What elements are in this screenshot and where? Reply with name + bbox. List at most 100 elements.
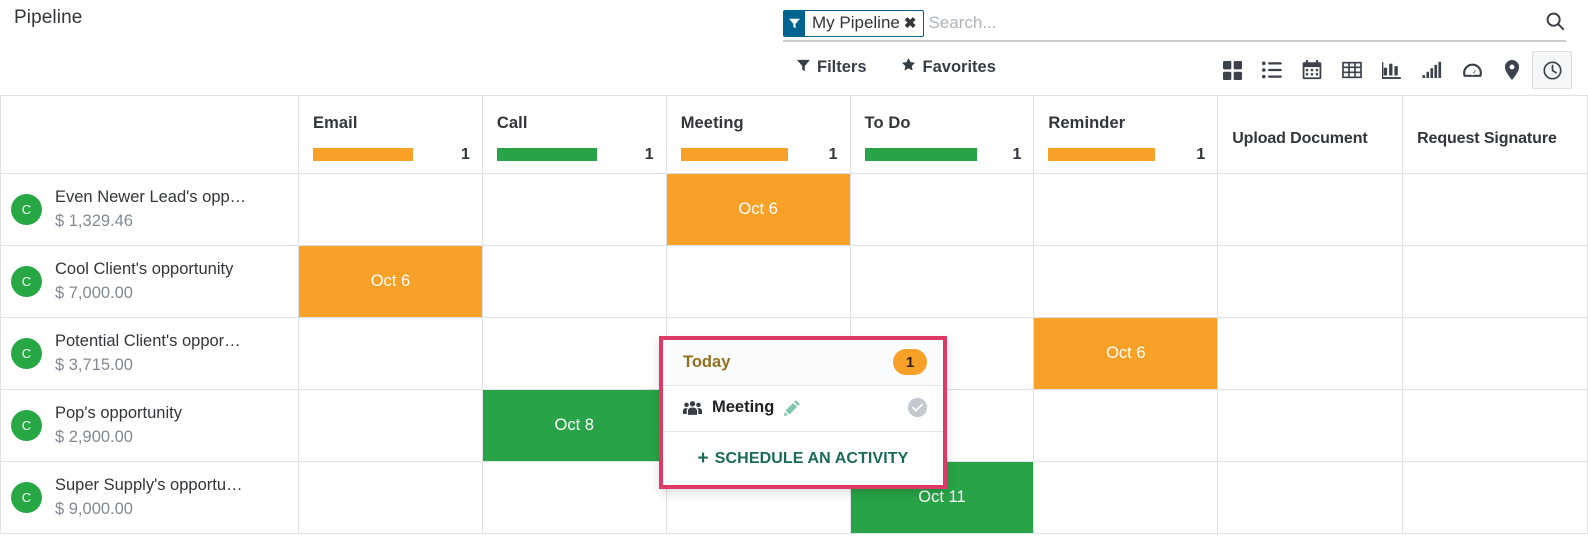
activity-chip bbox=[1034, 246, 1217, 317]
search-dropdown-row: Filters Favorites bbox=[795, 53, 998, 81]
activity-chip[interactable]: Oct 6 bbox=[1034, 317, 1218, 389]
activity-chip bbox=[1034, 462, 1217, 533]
activity-cell-reminder[interactable]: Oct 6 bbox=[1033, 317, 1219, 390]
schedule-activity-label: SCHEDULE AN ACTIVITY bbox=[714, 449, 909, 467]
column-count: 1 bbox=[828, 145, 838, 163]
record-cell[interactable]: C Potential Client's oppor… $ 3,715.00 bbox=[0, 317, 299, 390]
progress-fill bbox=[313, 148, 413, 162]
search-facet-my-pipeline[interactable]: My Pipeline ✖ bbox=[783, 9, 925, 37]
activity-cell-request-signature bbox=[1402, 317, 1588, 390]
activity-chip bbox=[1034, 390, 1217, 461]
view-button-pivot[interactable] bbox=[1332, 51, 1372, 89]
column-count: 1 bbox=[460, 145, 470, 163]
popover-body: Meeting bbox=[663, 386, 943, 432]
activity-cell-reminder bbox=[1033, 461, 1219, 534]
record-cell[interactable]: C Cool Client's opportunity $ 7,000.00 bbox=[0, 245, 299, 318]
view-button-calendar[interactable] bbox=[1292, 51, 1332, 89]
progress-track bbox=[1048, 148, 1187, 162]
progress-track bbox=[496, 148, 636, 162]
activity-cell-email bbox=[298, 389, 483, 462]
activity-chip bbox=[1403, 246, 1587, 317]
filters-label: Filters bbox=[817, 57, 867, 76]
activity-cell-to-do bbox=[849, 173, 1035, 246]
header-cell-to-do[interactable]: To Do 1 bbox=[849, 96, 1035, 174]
record-cell[interactable]: C Pop's opportunity $ 2,900.00 bbox=[0, 389, 299, 462]
activity-cell-to-do bbox=[849, 245, 1035, 318]
activity-cell-upload-document bbox=[1217, 245, 1404, 318]
header-cell-call[interactable]: Call 1 bbox=[481, 96, 667, 174]
schedule-activity-button[interactable]: + SCHEDULE AN ACTIVITY bbox=[698, 449, 909, 468]
activity-chip[interactable]: Oct 6 bbox=[666, 173, 850, 245]
activity-cell-meeting[interactable]: Oct 6 bbox=[665, 173, 851, 246]
popover-header: Today 1 bbox=[663, 340, 943, 386]
activity-chip bbox=[1218, 318, 1402, 389]
filter-icon bbox=[797, 58, 810, 77]
header-cell-upload-document[interactable]: Upload Document bbox=[1217, 96, 1404, 174]
breadcrumb[interactable]: Pipeline bbox=[14, 7, 82, 29]
activity-chip bbox=[1218, 390, 1402, 461]
progress-fill bbox=[680, 148, 788, 162]
column-label: Reminder bbox=[1048, 113, 1126, 132]
filters-dropdown[interactable]: Filters bbox=[795, 54, 869, 81]
view-button-list[interactable] bbox=[1252, 51, 1292, 89]
favorites-label: Favorites bbox=[922, 57, 996, 76]
view-button-activity[interactable] bbox=[1532, 51, 1572, 89]
view-button-dashboard[interactable] bbox=[1452, 51, 1492, 89]
view-button-map[interactable] bbox=[1492, 51, 1532, 89]
activity-cell-call bbox=[481, 461, 667, 534]
activity-chip bbox=[1403, 174, 1587, 245]
activity-cell-call[interactable]: Oct 8 bbox=[481, 389, 667, 462]
activity-chip[interactable]: Oct 6 bbox=[299, 245, 482, 317]
close-icon[interactable]: ✖ bbox=[902, 11, 924, 36]
avatar: C bbox=[11, 481, 42, 513]
popover-activity-row[interactable]: Meeting bbox=[683, 397, 928, 418]
record-name: Pop's opportunity bbox=[55, 404, 182, 423]
activity-cell-request-signature bbox=[1402, 245, 1588, 318]
progress-fill bbox=[864, 148, 977, 162]
record-amount: $ 2,900.00 bbox=[55, 427, 133, 446]
progress-fill bbox=[496, 148, 597, 162]
record-amount: $ 9,000.00 bbox=[55, 499, 133, 518]
table-row: C Even Newer Lead's opp… $ 1,329.46 Oct 6 bbox=[0, 173, 1588, 246]
progress-track bbox=[680, 148, 820, 162]
record-name: Even Newer Lead's opp… bbox=[55, 188, 247, 207]
table-row: C Cool Client's opportunity $ 7,000.00 Oct … bbox=[0, 245, 1588, 318]
header-cell-email[interactable]: Email 1 bbox=[298, 96, 483, 174]
view-button-graph[interactable] bbox=[1372, 51, 1412, 89]
header-cell-reminder[interactable]: Reminder 1 bbox=[1033, 96, 1219, 174]
activity-chip bbox=[667, 246, 850, 317]
activity-cell-reminder bbox=[1033, 173, 1219, 246]
search-icon[interactable] bbox=[1544, 10, 1566, 37]
view-button-kanban[interactable] bbox=[1212, 51, 1252, 89]
column-progress: 1 bbox=[496, 146, 654, 164]
record-cell[interactable]: C Even Newer Lead's opp… $ 1,329.46 bbox=[0, 173, 299, 246]
search-facet-label: My Pipeline bbox=[812, 13, 900, 32]
header-cell-meeting[interactable]: Meeting 1 bbox=[665, 96, 851, 174]
popover-title: Today bbox=[683, 352, 731, 371]
activity-cell-email[interactable]: Oct 6 bbox=[298, 245, 483, 318]
pencil-icon[interactable] bbox=[784, 399, 801, 416]
filter-icon bbox=[784, 10, 805, 36]
header-cell-request-signature[interactable]: Request Signature bbox=[1402, 96, 1588, 174]
activity-chip bbox=[1403, 318, 1587, 389]
activity-grid: Email 1 Call 1 Meeting 1 To Do 1 Reminde… bbox=[0, 96, 1588, 544]
activity-chip bbox=[1403, 390, 1587, 461]
activity-cell-upload-document bbox=[1217, 389, 1404, 462]
users-icon bbox=[683, 400, 702, 416]
activity-chip bbox=[483, 318, 666, 389]
view-button-cohort[interactable] bbox=[1412, 51, 1452, 89]
activity-cell-request-signature bbox=[1402, 173, 1588, 246]
favorites-dropdown[interactable]: Favorites bbox=[899, 53, 998, 81]
activity-chip bbox=[851, 174, 1034, 245]
column-label: Email bbox=[313, 113, 358, 132]
avatar: C bbox=[11, 265, 42, 297]
activity-chip[interactable]: Oct 8 bbox=[482, 389, 666, 461]
record-name: Potential Client's oppor… bbox=[55, 332, 241, 351]
popover-badge: 1 bbox=[893, 349, 927, 375]
check-circle-icon[interactable] bbox=[907, 397, 928, 418]
activity-cell-email bbox=[298, 317, 483, 390]
activity-chip bbox=[299, 174, 482, 245]
record-cell[interactable]: C Super Supply's opportu… $ 9,000.00 bbox=[0, 461, 299, 534]
column-count: 1 bbox=[1012, 145, 1022, 163]
search-input[interactable] bbox=[928, 9, 1523, 37]
